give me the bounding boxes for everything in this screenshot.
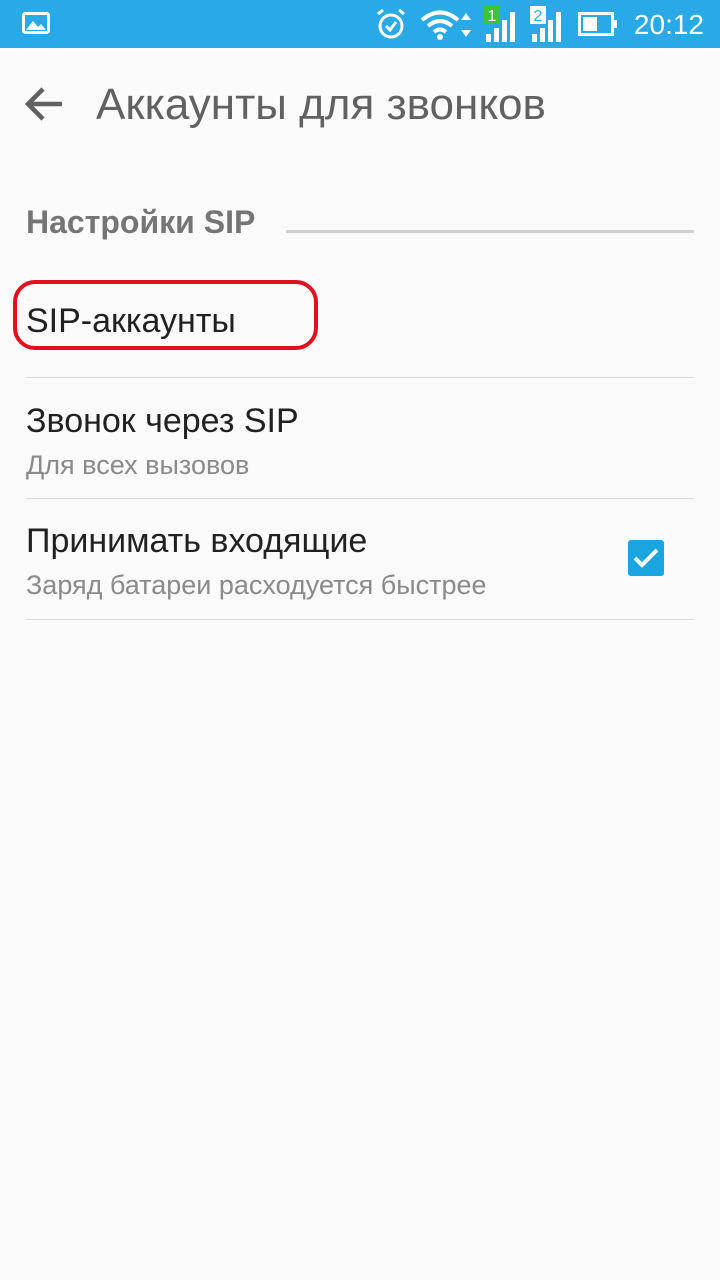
status-clock: 20:12 [633,9,704,40]
back-button[interactable] [12,76,76,132]
pref-summary: Заряд батареи расходуется быстрее [26,570,487,600]
wifi-icon [420,10,471,40]
arrow-back-icon [24,87,62,121]
pref-title: Принимать входящие [26,522,368,560]
page-title: Аккаунты для звонков [96,80,546,129]
pref-summary: Для всех вызовов [26,450,250,480]
pref-title: SIP-аккаунты [26,302,236,340]
checkmark-icon [633,548,659,568]
section-header: Настройки SIP [26,196,694,248]
svg-text:2: 2 [534,8,543,25]
gallery-icon [22,12,50,34]
battery-icon [578,12,617,36]
pref-title: Звонок через SIP [26,402,299,440]
list-divider [26,619,694,620]
alarm-icon [377,8,405,39]
sim2-signal-icon: 2 [530,6,561,42]
sim1-signal-icon: 1 [484,6,515,42]
status-bar: 1 2 20:12 [0,0,720,48]
section-divider [286,230,694,233]
app-bar: Аккаунты для звонков [0,48,720,160]
svg-text:1: 1 [488,8,497,25]
pref-sip-calls[interactable]: Звонок через SIP Для всех вызовов [0,378,720,498]
section-title: Настройки SIP [26,204,256,240]
pref-sip-accounts[interactable]: SIP-аккаунты [0,258,720,378]
receive-incoming-checkbox[interactable] [628,540,664,576]
pref-receive-incoming[interactable]: Принимать входящие Заряд батареи расходу… [0,498,720,618]
